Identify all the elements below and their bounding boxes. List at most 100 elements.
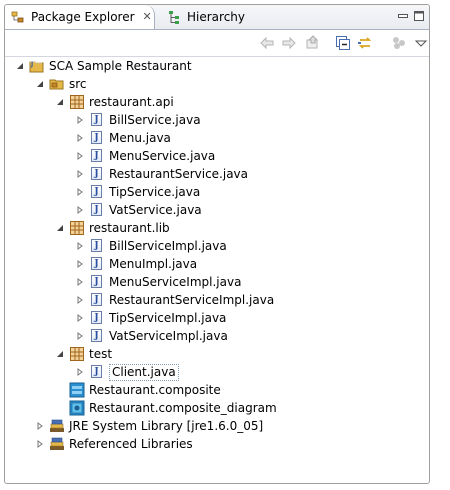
src-label: src xyxy=(69,77,87,91)
collapsed-arrow-icon[interactable] xyxy=(75,115,85,125)
jre-label: JRE System Library [jre1.6.0_05] xyxy=(69,419,264,433)
collapsed-arrow-icon[interactable] xyxy=(75,295,85,305)
collapsed-arrow-icon[interactable] xyxy=(75,313,85,323)
file-label: MenuImpl.java xyxy=(109,257,198,271)
library-icon xyxy=(49,418,65,434)
java-file-icon: J xyxy=(89,364,105,380)
java-file-icon: J xyxy=(89,112,105,128)
tree-item-file[interactable]: J TipServiceImpl.java xyxy=(75,309,226,327)
expanded-arrow-icon[interactable] xyxy=(35,79,45,89)
tab-hierarchy[interactable]: Hierarchy xyxy=(161,5,249,29)
collapsed-arrow-icon[interactable] xyxy=(75,277,85,287)
java-file-icon: J xyxy=(89,256,105,272)
package-label: restaurant.api xyxy=(89,95,174,109)
tree-item-file[interactable]: J MenuService.java xyxy=(75,147,215,165)
package-icon xyxy=(69,94,85,110)
collapsed-arrow-icon[interactable] xyxy=(75,169,85,179)
tree-item-referenced-libraries[interactable]: Referenced Libraries xyxy=(35,435,193,453)
file-label: TipService.java xyxy=(109,185,201,199)
java-file-icon: J xyxy=(89,238,105,254)
java-file-icon: J xyxy=(89,292,105,308)
expanded-arrow-icon[interactable] xyxy=(55,349,65,359)
collapsed-arrow-icon[interactable] xyxy=(75,259,85,269)
tree-item-package[interactable]: test xyxy=(55,345,112,363)
tree-item-file[interactable]: J RestaurantService.java xyxy=(75,165,248,183)
collapsed-arrow-icon[interactable] xyxy=(75,187,85,197)
link-with-editor-icon[interactable] xyxy=(357,35,373,51)
expanded-arrow-icon[interactable] xyxy=(55,223,65,233)
file-label: Client.java xyxy=(109,363,179,381)
file-label: MenuServiceImpl.java xyxy=(109,275,242,289)
tree-item-jre[interactable]: JRE System Library [jre1.6.0_05] xyxy=(35,417,263,435)
java-file-icon: J xyxy=(89,274,105,290)
minimize-icon[interactable] xyxy=(397,10,409,25)
tree-item-file[interactable]: J VatServiceImpl.java xyxy=(75,327,228,345)
composite-diagram-label: Restaurant.composite_diagram xyxy=(89,401,277,415)
java-file-icon: J xyxy=(89,202,105,218)
file-label: VatServiceImpl.java xyxy=(109,329,228,343)
package-label: test xyxy=(89,347,113,361)
collapsed-arrow-icon[interactable] xyxy=(75,133,85,143)
file-label: Menu.java xyxy=(109,131,171,145)
maximize-icon[interactable] xyxy=(413,10,425,25)
tree-item-file[interactable]: J TipService.java xyxy=(75,183,200,201)
expanded-arrow-icon[interactable] xyxy=(15,61,25,71)
hierarchy-icon xyxy=(167,10,181,24)
view-menu-icon[interactable] xyxy=(413,35,429,51)
collapse-all-icon[interactable] xyxy=(335,35,351,51)
file-label: RestaurantService.java xyxy=(109,167,249,181)
collapsed-arrow-icon[interactable] xyxy=(75,241,85,251)
java-file-icon: J xyxy=(89,328,105,344)
back-icon[interactable] xyxy=(259,35,275,51)
package-explorer-icon xyxy=(11,10,25,24)
java-file-icon: J xyxy=(89,310,105,326)
tree-item-package[interactable]: restaurant.lib xyxy=(55,219,170,237)
filter-icon[interactable] xyxy=(391,35,407,51)
up-icon[interactable] xyxy=(305,35,321,51)
package-icon xyxy=(69,220,85,236)
collapsed-arrow-icon[interactable] xyxy=(75,151,85,161)
view-toolbar xyxy=(5,30,429,57)
tree-item-composite-diagram[interactable]: Restaurant.composite_diagram xyxy=(69,399,277,417)
collapsed-arrow-icon[interactable] xyxy=(35,421,45,431)
collapsed-arrow-icon[interactable] xyxy=(75,205,85,215)
tree-item-file-selected[interactable]: J Client.java xyxy=(75,363,179,381)
file-label: TipServiceImpl.java xyxy=(109,311,227,325)
source-folder-icon xyxy=(49,76,65,92)
tree-item-project[interactable]: J SCA Sample Restaurant xyxy=(15,57,192,75)
expanded-arrow-icon[interactable] xyxy=(55,97,65,107)
composite-file-icon xyxy=(69,382,85,398)
tree-item-composite[interactable]: Restaurant.composite xyxy=(69,381,221,399)
java-project-icon: J xyxy=(29,58,45,74)
collapsed-arrow-icon[interactable] xyxy=(75,331,85,341)
composite-label: Restaurant.composite xyxy=(89,383,221,397)
collapsed-arrow-icon[interactable] xyxy=(75,367,85,377)
tab-package-explorer[interactable]: Package Explorer ✕ xyxy=(5,5,155,29)
java-file-icon: J xyxy=(89,130,105,146)
tree-item-file[interactable]: J VatService.java xyxy=(75,201,202,219)
file-label: BillService.java xyxy=(109,113,201,127)
tree-item-src[interactable]: src xyxy=(35,75,87,93)
forward-icon[interactable] xyxy=(281,35,297,51)
tree-item-package[interactable]: restaurant.api xyxy=(55,93,174,111)
file-label: VatService.java xyxy=(109,203,202,217)
referenced-libraries-label: Referenced Libraries xyxy=(69,437,193,451)
tree-item-file[interactable]: J MenuImpl.java xyxy=(75,255,197,273)
composite-diagram-icon xyxy=(69,400,85,416)
tab-label: Hierarchy xyxy=(187,10,246,24)
java-file-icon: J xyxy=(89,184,105,200)
tree-item-file[interactable]: J Menu.java xyxy=(75,129,171,147)
collapsed-arrow-icon[interactable] xyxy=(35,439,45,449)
library-icon xyxy=(49,436,65,452)
java-file-icon: J xyxy=(89,148,105,164)
tree-item-file[interactable]: J MenuServiceImpl.java xyxy=(75,273,241,291)
package-explorer-view: Package Explorer ✕ Hierarchy J SCA Sampl… xyxy=(4,4,430,484)
file-label: MenuService.java xyxy=(109,149,216,163)
package-icon xyxy=(69,346,85,362)
tree-item-file[interactable]: J BillService.java xyxy=(75,111,201,129)
close-icon[interactable]: ✕ xyxy=(143,11,152,23)
svg-text:J: J xyxy=(30,61,33,68)
tree-item-file[interactable]: J BillServiceImpl.java xyxy=(75,237,227,255)
project-label: SCA Sample Restaurant xyxy=(49,59,192,73)
tree-item-file[interactable]: J RestaurantServiceImpl.java xyxy=(75,291,274,309)
